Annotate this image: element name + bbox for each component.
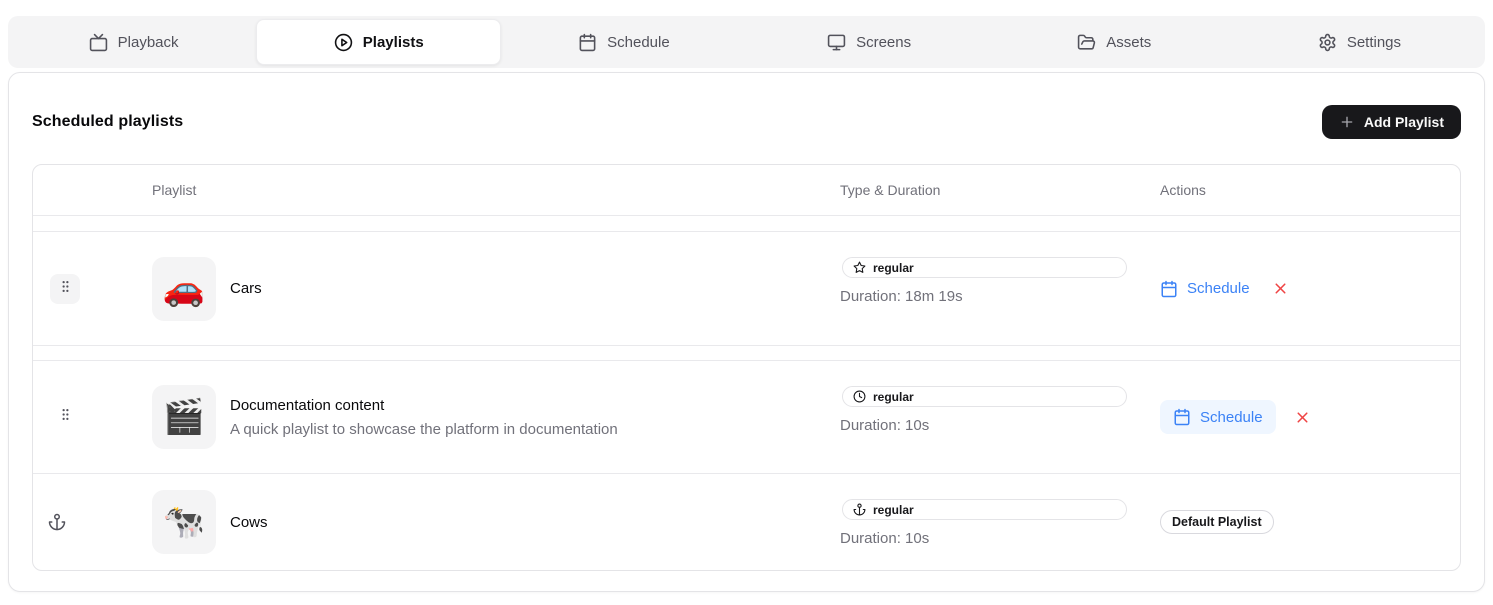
tab-label: Screens	[856, 34, 911, 51]
calendar-icon	[578, 33, 597, 52]
type-badge-label: regular	[873, 390, 914, 404]
column-header-actions: Actions	[1160, 182, 1460, 198]
panel-header: Scheduled playlists Add Playlist	[32, 105, 1461, 139]
remove-button[interactable]	[1294, 409, 1311, 426]
anchor-icon	[48, 513, 66, 531]
playlist-thumbnail: 🚗	[152, 257, 216, 321]
table-header-row: Playlist Type & Duration Actions	[33, 165, 1460, 215]
main-tabbar: Playback Playlists Schedule Screens Asse…	[8, 16, 1485, 68]
schedule-label: Schedule	[1200, 409, 1263, 426]
remove-button[interactable]	[1272, 280, 1289, 297]
pinned-handle	[42, 507, 72, 537]
tab-label: Assets	[1106, 34, 1151, 51]
playlist-title: Cars	[230, 280, 262, 297]
clapper-emoji: 🎬	[163, 400, 205, 434]
tab-screens[interactable]: Screens	[747, 19, 992, 65]
circle-play-icon	[334, 33, 353, 52]
table-row: 🎬 Documentation content A quick playlist…	[33, 360, 1460, 473]
clock-icon	[853, 390, 866, 403]
playlist-title: Cows	[230, 514, 268, 531]
x-icon	[1272, 280, 1289, 297]
gear-icon	[1318, 33, 1337, 52]
schedule-button[interactable]: Schedule	[1160, 280, 1250, 298]
monitor-icon	[827, 33, 846, 52]
calendar-icon	[1173, 408, 1191, 426]
drag-handle[interactable]	[50, 274, 80, 304]
tab-label: Schedule	[607, 34, 670, 51]
table-row: 🚗 Cars regular Duration: 18m 19s	[33, 231, 1460, 345]
drag-handle[interactable]	[50, 402, 80, 432]
type-badge: regular	[842, 257, 1127, 278]
column-header-playlist: Playlist	[152, 182, 840, 198]
playlist-subtitle: A quick playlist to showcase the platfor…	[230, 421, 618, 438]
add-playlist-button[interactable]: Add Playlist	[1322, 105, 1461, 139]
type-badge: regular	[842, 499, 1127, 520]
tab-schedule[interactable]: Schedule	[501, 19, 746, 65]
duration-text: Duration: 10s	[840, 530, 1160, 547]
duration-text: Duration: 10s	[840, 417, 1160, 434]
playlists-table: Playlist Type & Duration Actions 🚗	[32, 164, 1461, 571]
car-emoji: 🚗	[163, 272, 205, 306]
x-icon	[1294, 409, 1311, 426]
tab-settings[interactable]: Settings	[1237, 19, 1482, 65]
type-badge-label: regular	[873, 503, 914, 517]
default-playlist-badge: Default Playlist	[1160, 510, 1274, 534]
tab-label: Settings	[1347, 34, 1401, 51]
table-row: 🐄 Cows regular Duration: 10s Defau	[33, 473, 1460, 570]
scheduled-playlists-panel: Scheduled playlists Add Playlist Playlis…	[8, 72, 1485, 592]
tab-label: Playback	[118, 34, 179, 51]
calendar-icon	[1160, 280, 1178, 298]
tab-label: Playlists	[363, 34, 424, 51]
playlist-title: Documentation content	[230, 397, 618, 414]
tab-playback[interactable]: Playback	[11, 19, 256, 65]
cow-emoji: 🐄	[163, 505, 205, 539]
schedule-label: Schedule	[1187, 280, 1250, 297]
star-icon	[853, 261, 866, 274]
duration-text: Duration: 18m 19s	[840, 288, 1160, 305]
add-playlist-label: Add Playlist	[1364, 114, 1444, 130]
column-header-type-duration: Type & Duration	[840, 182, 1160, 198]
playlist-thumbnail: 🐄	[152, 490, 216, 554]
page: Playback Playlists Schedule Screens Asse…	[0, 0, 1493, 605]
anchor-icon	[853, 503, 866, 516]
grip-vertical-icon	[58, 407, 73, 427]
tab-assets[interactable]: Assets	[992, 19, 1237, 65]
grip-vertical-icon	[58, 279, 73, 299]
drop-spacer-row	[33, 215, 1460, 231]
plus-icon	[1339, 114, 1355, 130]
type-badge-label: regular	[873, 261, 914, 275]
playlist-thumbnail: 🎬	[152, 385, 216, 449]
folder-open-icon	[1077, 33, 1096, 52]
type-badge: regular	[842, 386, 1127, 407]
schedule-button[interactable]: Schedule	[1160, 400, 1276, 434]
page-title: Scheduled playlists	[32, 113, 183, 131]
tab-playlists[interactable]: Playlists	[256, 19, 501, 65]
drop-spacer-row	[33, 345, 1460, 360]
tv-icon	[89, 33, 108, 52]
